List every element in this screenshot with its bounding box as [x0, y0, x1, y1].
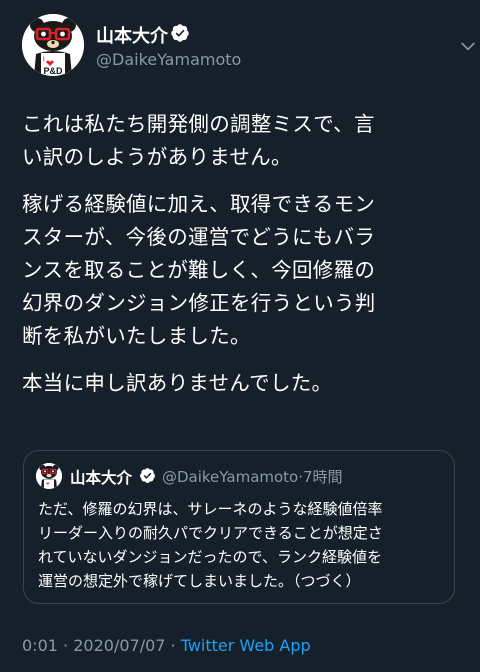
tweet-time[interactable]: 0:01	[22, 636, 58, 655]
quoted-display-name: 山本大介	[70, 469, 133, 487]
tweet-paragraph: これは私たち開発側の調整ミスで、言 い訳のしようがありません。	[22, 112, 375, 169]
quoted-handle: @DaikeYamamoto	[162, 468, 299, 486]
tweet-source-link[interactable]: Twitter Web App	[181, 636, 311, 655]
tweet-text: これは私たち開発側の調整ミスで、言 い訳のしようがありません。 稼げる経験値に加…	[22, 108, 462, 414]
author-handle[interactable]: @DaikeYamamoto	[96, 50, 241, 69]
quoted-meta: @DaikeYamamoto·7時間	[162, 466, 343, 487]
author-display-name[interactable]: 山本大介	[96, 22, 168, 48]
tweet-header: P&D I 山本大介 @DaikeYamamoto	[22, 14, 475, 78]
avatar[interactable]: P&D I	[22, 14, 84, 76]
avatar-shirt-text: P&D	[43, 66, 63, 76]
tweet-paragraph: 本当に申し訳ありませんでした。	[22, 371, 333, 395]
tweet-detail: P&D I 山本大介 @DaikeYamamoto これは私たち開発側の調整ミス…	[0, 0, 480, 672]
bear-mascot-icon: P&D I	[22, 14, 84, 76]
verified-badge-icon	[140, 468, 155, 483]
quoted-text: ただ、修羅の幻界は、サレーネのような経験値倍率 リーダー入りの耐久パでクリアでき…	[38, 500, 383, 590]
quoted-tweet[interactable]: 山本大介 @DaikeYamamoto·7時間 ただ、修羅の幻界は、サレーネのよ…	[23, 450, 455, 604]
verified-badge-icon	[171, 24, 189, 42]
chevron-down-icon[interactable]	[458, 36, 478, 56]
bear-mascot-icon	[36, 463, 62, 489]
tweet-date[interactable]: 2020/07/07	[73, 636, 165, 655]
quoted-avatar	[36, 463, 62, 489]
footer-separator: ·	[170, 636, 176, 655]
footer-separator: ·	[63, 636, 69, 655]
tweet-footer: 0:01 · 2020/07/07 · Twitter Web App	[22, 636, 311, 655]
tweet-paragraph: 稼げる経験値に加え、取得できるモン スターが、今後の運営でどうにもバラ ンスを取…	[22, 192, 376, 348]
quoted-time: 7時間	[303, 468, 343, 486]
